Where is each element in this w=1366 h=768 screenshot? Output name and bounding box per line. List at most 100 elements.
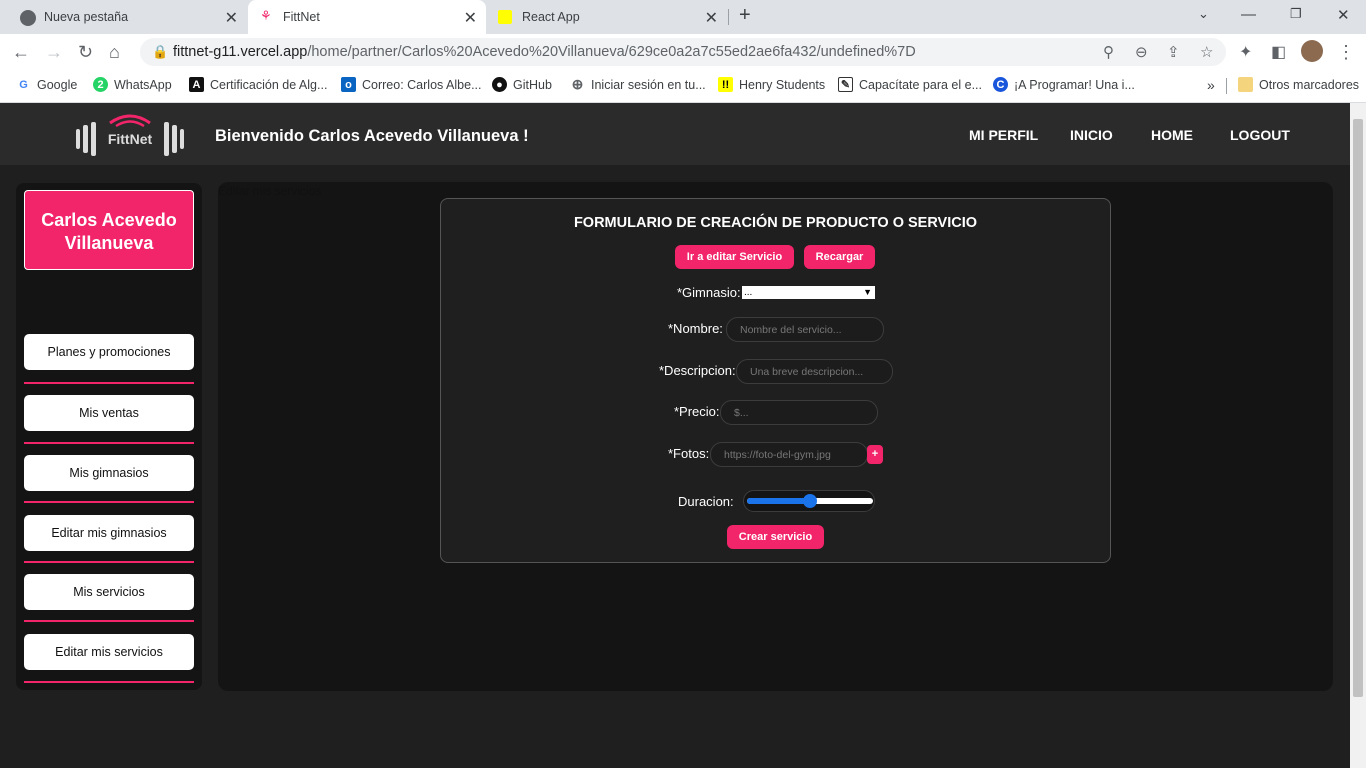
name-label: *Nombre: xyxy=(668,321,723,336)
bookmark-iniciar-sesion[interactable]: ⊕ Iniciar sesión en tu... xyxy=(570,76,706,92)
slider-knob[interactable] xyxy=(803,494,817,508)
bookmark-separator xyxy=(1226,78,1227,94)
welcome-message: Bienvenido Carlos Acevedo Villanueva ! xyxy=(215,127,529,145)
gym-select[interactable]: ... ▼ xyxy=(742,286,875,299)
nav-mi-perfil[interactable]: MI PERFIL xyxy=(969,127,1038,143)
bookmark-algorand[interactable]: A Certificación de Alg... xyxy=(189,77,327,92)
slider-fill xyxy=(747,498,810,504)
tab-title: Nueva pestaña xyxy=(44,10,129,24)
tab-nueva-pestana[interactable]: Nueva pestaña ✕ xyxy=(0,0,246,34)
sidebar-divider xyxy=(24,442,194,444)
google-icon: G xyxy=(19,78,28,91)
close-icon[interactable]: ✕ xyxy=(225,8,238,28)
chevron-down-icon: ▼ xyxy=(863,287,872,297)
price-input[interactable]: $... xyxy=(720,400,878,425)
scrollbar[interactable] xyxy=(1350,103,1366,768)
main-panel: Editar mis servicios FORMULARIO DE CREAC… xyxy=(218,182,1333,691)
close-icon[interactable]: ✕ xyxy=(464,8,477,28)
doc-icon: ✎ xyxy=(838,77,853,92)
bookmark-google[interactable]: G Google xyxy=(16,77,77,92)
globe-icon: ⊕ xyxy=(571,76,584,92)
back-icon[interactable]: ← xyxy=(12,42,30,63)
sidebar-divider xyxy=(24,501,194,503)
sidebar-divider xyxy=(24,681,194,683)
close-window-icon[interactable]: ✕ xyxy=(1337,6,1350,24)
outlook-icon: o xyxy=(341,77,356,92)
gym-label: *Gimnasio: xyxy=(677,285,741,300)
home-icon[interactable]: ⌂ xyxy=(109,42,120,63)
sidebar-item-editar-servicios[interactable]: Editar mis servicios xyxy=(24,634,194,670)
url-text: fittnet-g11.vercel.app/home/partner/Carl… xyxy=(173,44,916,60)
nav-inicio[interactable]: INICIO xyxy=(1070,127,1113,143)
name-input[interactable]: Nombre del servicio... xyxy=(726,317,884,342)
sidebar-divider xyxy=(24,620,194,622)
location-icon[interactable]: ⚲ xyxy=(1103,43,1114,61)
address-bar[interactable]: 🔒 fittnet-g11.vercel.app/home/partner/Ca… xyxy=(140,38,1226,66)
bookmark-github[interactable]: ● GitHub xyxy=(492,77,552,92)
logo-text: FittNet xyxy=(108,131,153,147)
sidebar-item-ventas[interactable]: Mis ventas xyxy=(24,395,194,431)
more-bookmarks[interactable]: » xyxy=(1207,77,1215,93)
edit-service-button[interactable]: Ir a editar Servicio xyxy=(675,245,794,269)
avatar[interactable] xyxy=(1301,40,1323,62)
bookmark-whatsapp[interactable]: 2 WhatsApp xyxy=(93,77,172,92)
form-title: FORMULARIO DE CREACIÓN DE PRODUCTO O SER… xyxy=(573,215,978,231)
service-form: FORMULARIO DE CREACIÓN DE PRODUCTO O SER… xyxy=(440,198,1111,563)
add-photo-button[interactable]: + xyxy=(867,445,883,464)
price-label: *Precio: xyxy=(674,404,720,419)
breadcrumb: Editar mis servicios xyxy=(218,184,322,198)
sidebar-item-planes[interactable]: Planes y promociones xyxy=(24,334,194,370)
sidebar-divider xyxy=(24,382,194,384)
close-icon[interactable]: ✕ xyxy=(705,8,718,28)
duration-slider[interactable] xyxy=(743,490,875,512)
bookmark-henry[interactable]: !! Henry Students xyxy=(718,77,825,92)
chrome-icon xyxy=(20,10,36,26)
bookmark-programar[interactable]: C ¡A Programar! Una i... xyxy=(993,77,1135,92)
photos-label: *Fotos: xyxy=(668,446,710,461)
side-panel-icon[interactable]: ◧ xyxy=(1271,42,1286,62)
description-input[interactable]: Una breve descripcion... xyxy=(736,359,893,384)
henry-icon: !! xyxy=(718,77,733,92)
algorand-icon: A xyxy=(189,77,204,92)
restore-icon[interactable]: ❐ xyxy=(1290,6,1302,22)
nav-home[interactable]: HOME xyxy=(1151,127,1193,143)
site-header: FittNet Bienvenido Carlos Acevedo Villan… xyxy=(0,103,1350,165)
bookmark-correo[interactable]: o Correo: Carlos Albe... xyxy=(341,77,482,92)
bookmark-other[interactable]: Otros marcadores xyxy=(1238,77,1359,92)
menu-icon[interactable]: ⋮ xyxy=(1337,42,1355,63)
fittnet-tab-icon: ⚘ xyxy=(260,8,272,23)
duration-label: Duracion: xyxy=(678,494,734,509)
toolbar: ← → ↻ ⌂ 🔒 fittnet-g11.vercel.app/home/pa… xyxy=(0,34,1366,70)
sidebar-divider xyxy=(24,561,194,563)
forward-icon[interactable]: → xyxy=(45,42,63,63)
star-icon[interactable]: ☆ xyxy=(1200,43,1213,61)
new-tab-icon[interactable]: + xyxy=(739,4,751,27)
extensions-icon[interactable]: ✦ xyxy=(1239,42,1252,62)
browser-chrome: Nueva pestaña ✕ ⚘ FittNet ✕ React App ✕ … xyxy=(0,0,1366,103)
web-page: FittNet Bienvenido Carlos Acevedo Villan… xyxy=(0,103,1350,768)
reload-button[interactable]: Recargar xyxy=(804,245,875,269)
sidebar-item-gimnasios[interactable]: Mis gimnasios xyxy=(24,455,194,491)
github-icon: ● xyxy=(492,77,507,92)
nav-logout[interactable]: LOGOUT xyxy=(1230,127,1290,143)
scrollbar-thumb[interactable] xyxy=(1353,119,1363,697)
chevron-down-icon[interactable]: ⌄ xyxy=(1198,6,1209,22)
sidebar-item-editar-gimnasios[interactable]: Editar mis gimnasios xyxy=(24,515,194,551)
reload-icon[interactable]: ↻ xyxy=(78,42,93,63)
lock-icon: 🔒 xyxy=(152,44,169,59)
photos-input[interactable]: https://foto-del-gym.jpg xyxy=(710,442,868,467)
fittnet-logo[interactable]: FittNet xyxy=(74,109,186,159)
zoom-icon[interactable]: ⊖ xyxy=(1135,43,1148,61)
create-service-button[interactable]: Crear servicio xyxy=(727,525,824,549)
description-label: *Descripcion: xyxy=(659,363,736,378)
tab-react-app[interactable]: React App ✕ xyxy=(488,0,726,34)
user-name-card: Carlos Acevedo Villanueva xyxy=(24,190,194,270)
tab-fittnet[interactable]: ⚘ FittNet ✕ xyxy=(248,0,486,34)
sidebar-item-servicios[interactable]: Mis servicios xyxy=(24,574,194,610)
sidebar: Carlos Acevedo Villanueva Planes y promo… xyxy=(16,183,202,690)
bookmark-capacitate[interactable]: ✎ Capacítate para el e... xyxy=(838,77,982,92)
bookmarks-bar: G Google 2 WhatsApp A Certificación de Alg.… xyxy=(0,70,1366,103)
minimize-icon[interactable]: — xyxy=(1241,6,1256,23)
folder-icon xyxy=(1238,77,1253,92)
share-icon[interactable]: ⇪ xyxy=(1167,43,1180,61)
